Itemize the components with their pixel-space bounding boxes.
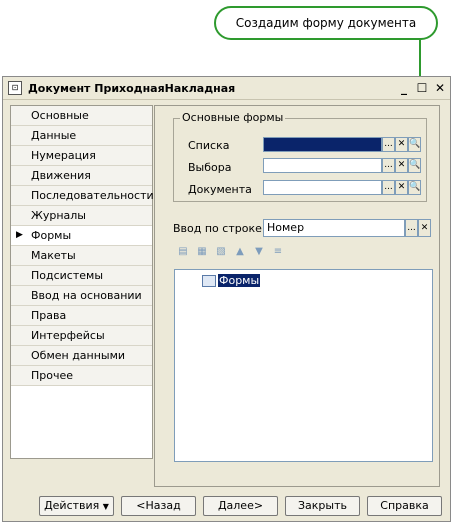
help-button[interactable]: Справка — [367, 496, 442, 516]
sidebar: Основные Данные Нумерация Движения После… — [10, 105, 154, 459]
sidebar-item-obmen-dannymi[interactable]: Обмен данными — [11, 346, 152, 366]
ellipsis-icon[interactable]: ... — [382, 137, 395, 152]
document-icon: ⊡ — [8, 81, 22, 95]
dropdown-arrow-icon: ▼ — [102, 502, 109, 511]
window-titlebar: ⊡ Документ ПриходнаяНакладная _ ☐ ✕ — [3, 77, 450, 100]
input-by-string-buttons: ... ✕ — [405, 219, 431, 237]
sidebar-item-numeratsiya[interactable]: Нумерация — [11, 146, 152, 166]
choice-form-label: Выбора — [188, 161, 232, 174]
sidebar-item-label: Макеты — [31, 249, 76, 262]
sidebar-item-label: Движения — [31, 169, 91, 182]
sidebar-item-label: Интерфейсы — [31, 329, 105, 342]
clear-icon[interactable]: ✕ — [395, 137, 408, 152]
forms-tree[interactable]: Формы — [174, 269, 433, 462]
sidebar-item-label: Формы — [31, 229, 72, 242]
close-icon[interactable]: ✕ — [434, 81, 446, 95]
sidebar-item-label: Журналы — [31, 209, 86, 222]
current-item-arrow-icon: ▶ — [16, 230, 23, 240]
ellipsis-icon[interactable]: ... — [382, 158, 395, 173]
add-form-icon[interactable]: ▤ — [176, 245, 190, 259]
window-title: Документ ПриходнаяНакладная — [28, 81, 236, 95]
open-icon[interactable]: 🔍 — [408, 137, 421, 152]
move-down-icon[interactable]: ▼ — [252, 245, 266, 259]
sidebar-item-label: Последовательности — [31, 189, 154, 202]
sidebar-item-label: Ввод на основании — [31, 289, 142, 302]
clear-icon[interactable]: ✕ — [395, 158, 408, 173]
list-form-field[interactable] — [263, 137, 382, 152]
list-form-buttons: ... ✕ 🔍 — [382, 137, 421, 152]
close-button[interactable]: Закрыть — [285, 496, 360, 516]
choice-form-field[interactable] — [263, 158, 382, 173]
sidebar-item-prochee[interactable]: Прочее — [11, 366, 152, 386]
ellipsis-icon[interactable]: ... — [382, 180, 395, 195]
ellipsis-icon[interactable]: ... — [405, 219, 418, 237]
callout-text: Создадим форму документа — [235, 16, 417, 30]
delete-form-icon[interactable]: ▧ — [214, 245, 228, 259]
document-form-field[interactable] — [263, 180, 382, 195]
input-by-string-field[interactable]: Номер — [263, 219, 405, 237]
sidebar-item-label: Прочее — [31, 369, 74, 382]
sidebar-item-podsistemy[interactable]: Подсистемы — [11, 266, 152, 286]
back-button[interactable]: <Назад — [121, 496, 196, 516]
open-icon[interactable]: 🔍 — [408, 180, 421, 195]
choice-form-buttons: ... ✕ 🔍 — [382, 158, 421, 173]
sidebar-item-vvod-na-osnovanii[interactable]: Ввод на основании — [11, 286, 152, 306]
clear-icon[interactable]: ✕ — [395, 180, 408, 195]
open-icon[interactable]: 🔍 — [408, 158, 421, 173]
move-up-icon[interactable]: ▲ — [233, 245, 247, 259]
minimize-icon[interactable]: _ — [398, 81, 410, 95]
sidebar-item-label: Нумерация — [31, 149, 96, 162]
callout-bubble: Создадим форму документа — [214, 6, 438, 40]
sidebar-item-formy[interactable]: ▶ Формы — [11, 226, 152, 246]
sidebar-item-label: Основные — [31, 109, 89, 122]
bottom-buttons: Действия ▼ <Назад Далее> Закрыть Справка — [0, 496, 455, 516]
sidebar-item-label: Права — [31, 309, 67, 322]
window-controls: _ ☐ ✕ — [398, 81, 446, 95]
actions-button[interactable]: Действия ▼ — [39, 496, 114, 516]
sidebar-item-prava[interactable]: Права — [11, 306, 152, 326]
clear-icon[interactable]: ✕ — [418, 219, 431, 237]
main-forms-legend: Основные формы — [180, 111, 286, 124]
sidebar-item-makety[interactable]: Макеты — [11, 246, 152, 266]
sidebar-item-zhurnaly[interactable]: Журналы — [11, 206, 152, 226]
next-button[interactable]: Далее> — [203, 496, 278, 516]
sidebar-item-dvizheniya[interactable]: Движения — [11, 166, 152, 186]
maximize-icon[interactable]: ☐ — [416, 81, 428, 95]
input-by-string-label: Ввод по строке — [173, 222, 262, 235]
document-form-buttons: ... ✕ 🔍 — [382, 180, 421, 195]
document-form-label: Документа — [188, 183, 252, 196]
actions-button-label: Действия — [44, 499, 100, 512]
sidebar-item-dannye[interactable]: Данные — [11, 126, 152, 146]
forms-toolbar: ▤ ▦ ▧ ▲ ▼ ≡ — [176, 245, 285, 259]
tree-item-forms[interactable]: Формы — [202, 274, 261, 287]
sidebar-item-osnovnye[interactable]: Основные — [11, 106, 152, 126]
tree-item-label: Формы — [218, 274, 261, 287]
edit-form-icon[interactable]: ▦ — [195, 245, 209, 259]
sidebar-item-label: Обмен данными — [31, 349, 126, 362]
sidebar-item-interfeysy[interactable]: Интерфейсы — [11, 326, 152, 346]
sidebar-item-posledovatelnosti[interactable]: Последовательности — [11, 186, 154, 206]
sidebar-item-label: Данные — [31, 129, 77, 142]
sort-icon[interactable]: ≡ — [271, 245, 285, 259]
sidebar-item-label: Подсистемы — [31, 269, 104, 282]
forms-folder-icon — [202, 274, 216, 287]
list-form-label: Списка — [188, 139, 230, 152]
